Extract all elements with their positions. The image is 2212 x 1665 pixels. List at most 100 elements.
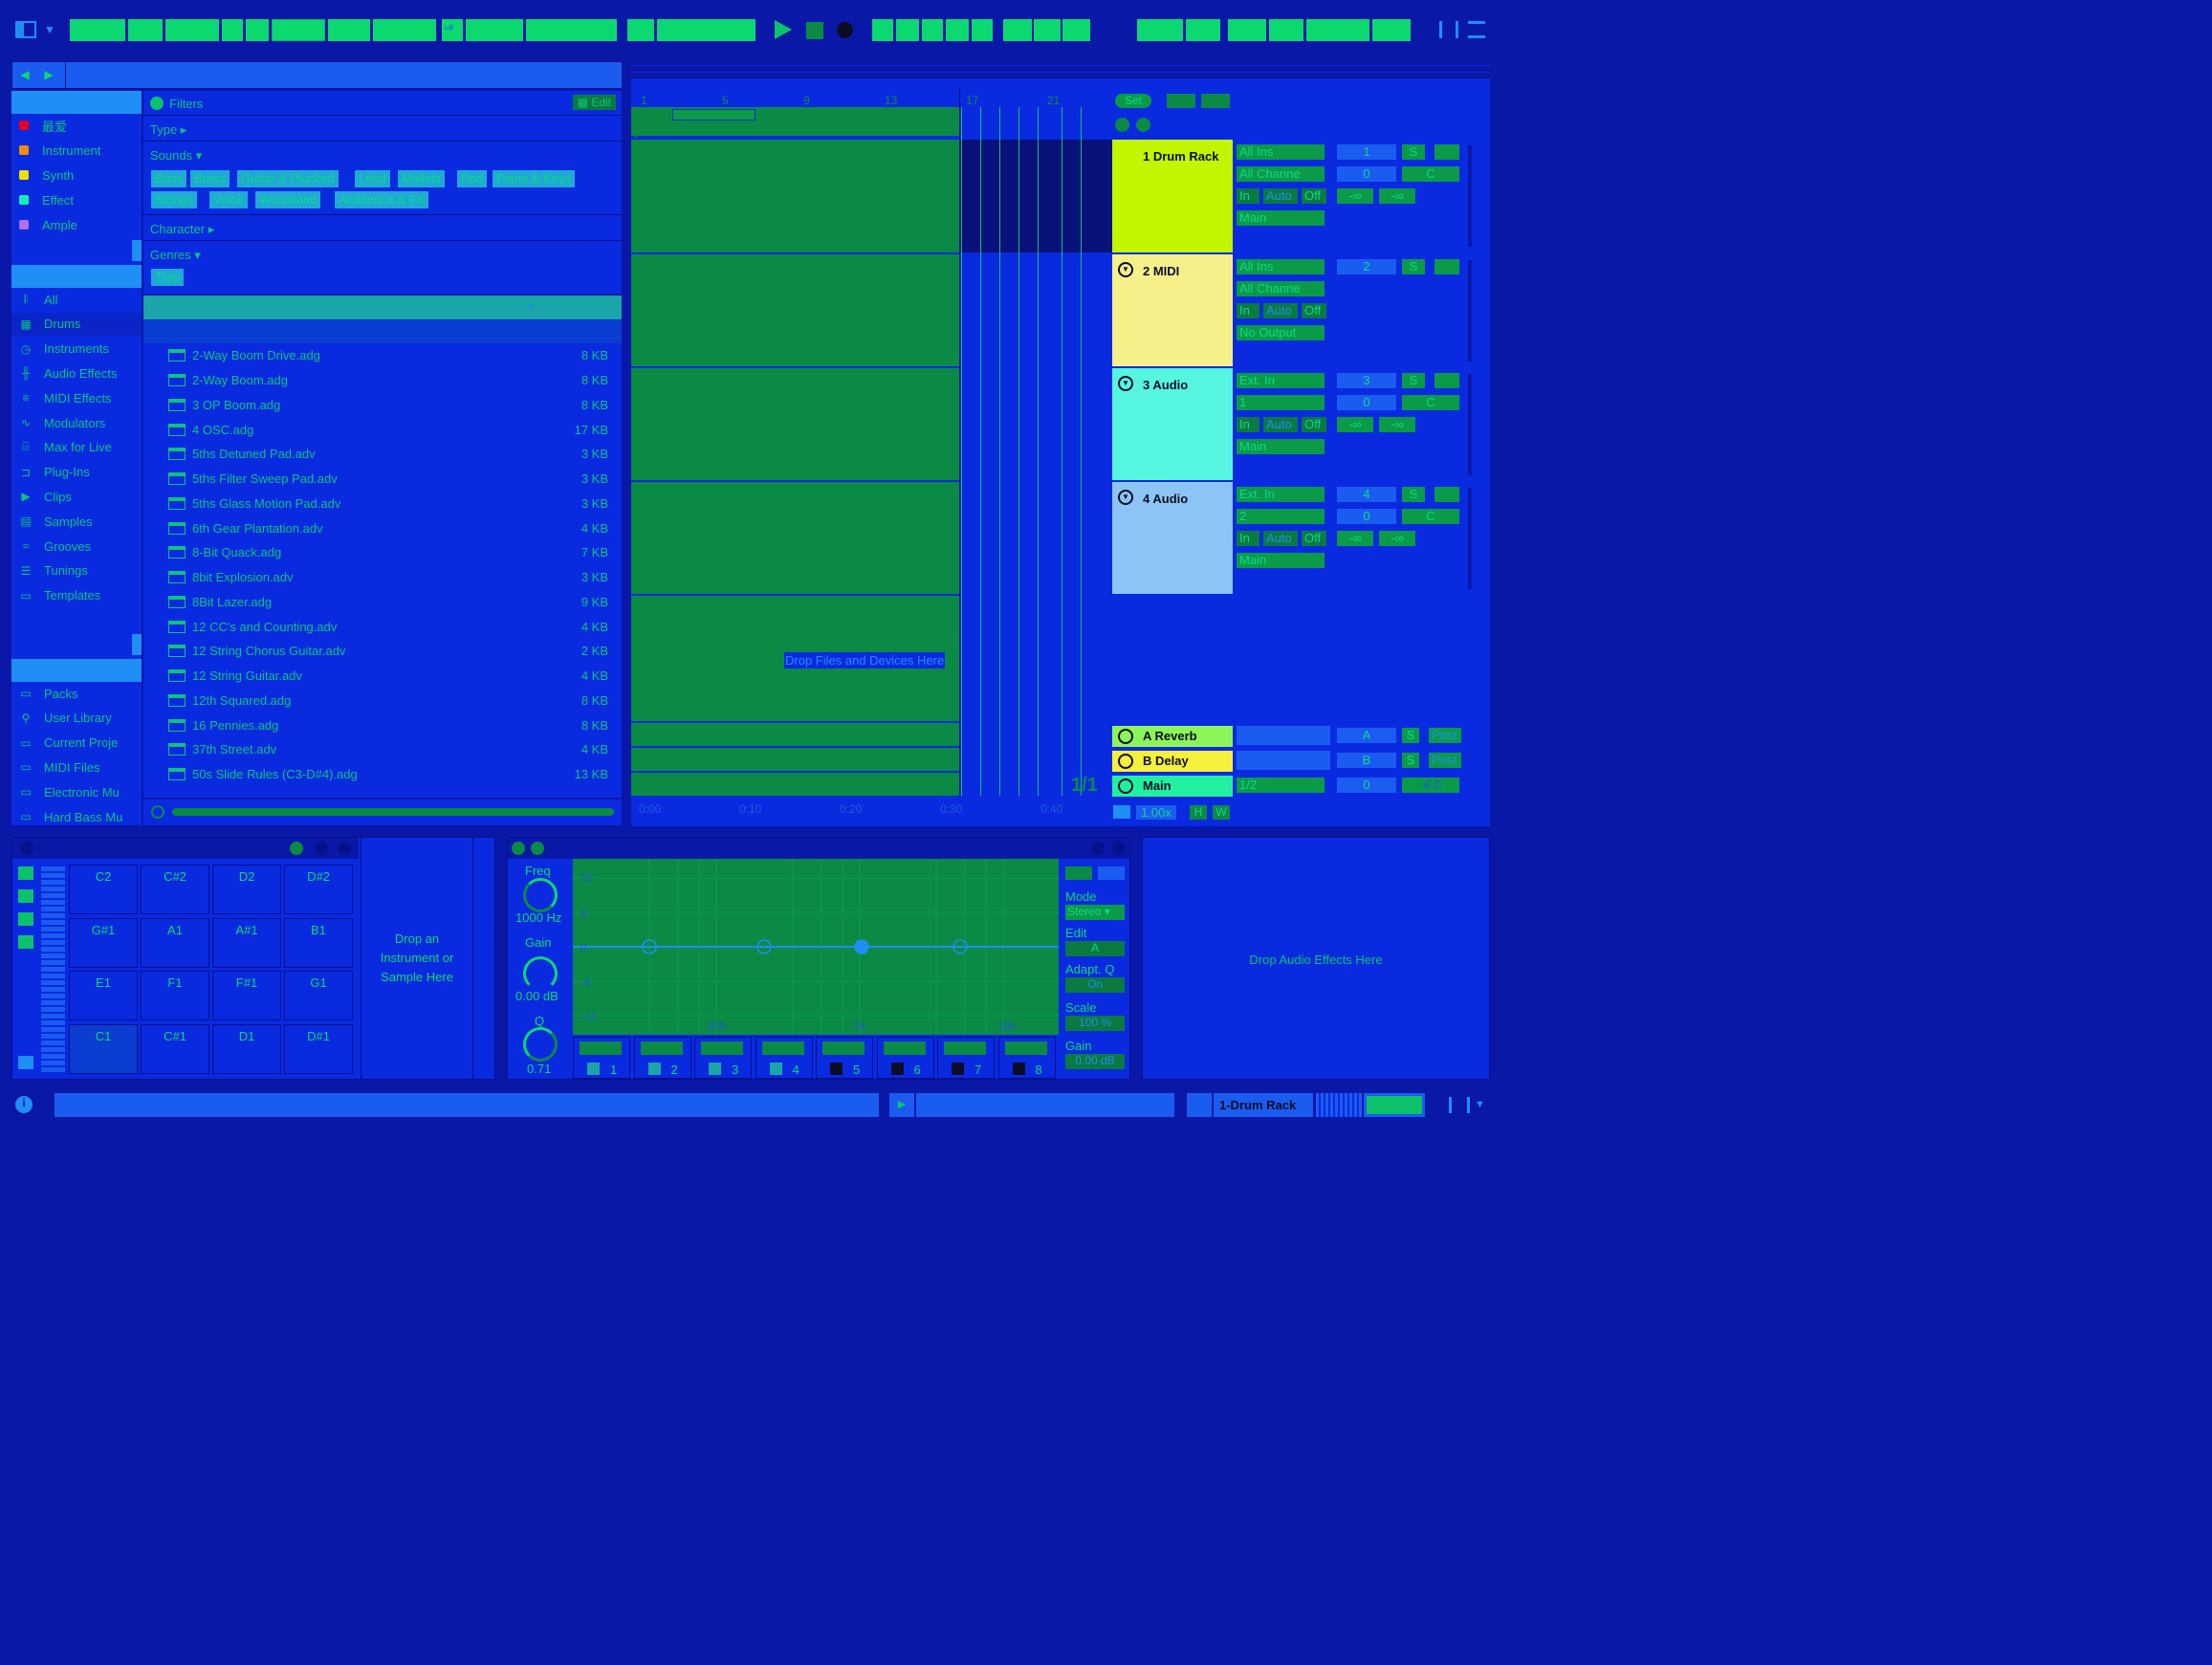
- list-item[interactable]: 12th Squared.adg 8 KB: [143, 689, 622, 713]
- drum-pad[interactable]: F1: [141, 971, 209, 1020]
- eq-band-3[interactable]: 3: [694, 1037, 752, 1079]
- drum-pad[interactable]: G1: [284, 971, 353, 1020]
- place-item[interactable]: ▭ MIDI Files: [11, 756, 142, 778]
- category-item-all[interactable]: 𝄃 All: [11, 288, 142, 311]
- device-title-bar[interactable]: [508, 838, 1129, 859]
- monitor-in-button[interactable]: In: [1237, 188, 1259, 204]
- drum-pad[interactable]: C#1: [141, 1023, 209, 1074]
- sound-chip[interactable]: Piano & Keys: [493, 170, 576, 187]
- gain-knob[interactable]: [523, 956, 558, 991]
- q-knob[interactable]: [523, 1027, 558, 1062]
- device-chain-icon[interactable]: [1187, 1093, 1212, 1117]
- draw-mode-button[interactable]: [1137, 19, 1183, 41]
- midi-map-button[interactable]: [1228, 19, 1266, 41]
- expand-button[interactable]: [1167, 94, 1195, 108]
- track-header-2[interactable]: ▼ 2 MIDI: [1112, 254, 1233, 366]
- list-header[interactable]: [143, 296, 622, 319]
- device-play-icon[interactable]: [531, 842, 544, 855]
- output-select[interactable]: Main: [1237, 439, 1325, 454]
- category-item-grooves[interactable]: ≈ Grooves: [11, 535, 142, 558]
- filter-type-icon[interactable]: [944, 1041, 986, 1055]
- list-item[interactable]: 2-Way Boom.adg 8 KB: [143, 368, 622, 393]
- solo-button[interactable]: S: [1402, 259, 1425, 274]
- stop-icon[interactable]: [806, 22, 823, 39]
- category-item-max-for-live[interactable]: ⌸ Max for Live: [11, 436, 142, 459]
- device-settings-icon[interactable]: [1091, 842, 1105, 855]
- mixer-icon[interactable]: [1439, 21, 1458, 38]
- list-item[interactable]: 16 Pennies.adg 8 KB: [143, 712, 622, 737]
- pan-field[interactable]: C: [1402, 509, 1459, 524]
- filter-type-icon[interactable]: [883, 1041, 926, 1055]
- input-type-select[interactable]: All Ins: [1237, 259, 1325, 274]
- band-enable-checkbox[interactable]: [952, 1063, 964, 1075]
- drum-pad[interactable]: C2: [69, 865, 138, 914]
- monitor-auto-button[interactable]: Auto: [1263, 417, 1298, 432]
- genres-filter[interactable]: Genres ▾: [143, 242, 622, 294]
- macro-icon[interactable]: [290, 842, 303, 855]
- return-slot[interactable]: [1237, 751, 1330, 770]
- filter-type-icon[interactable]: [580, 1041, 622, 1055]
- edit-select[interactable]: A: [1065, 941, 1125, 956]
- drum-pad[interactable]: G#1: [69, 917, 138, 968]
- play-icon[interactable]: [775, 20, 792, 39]
- zoom-field[interactable]: 1.00x: [1136, 805, 1176, 820]
- list-item[interactable]: 4 OSC.adg 17 KB: [143, 417, 622, 442]
- arm-button[interactable]: [1435, 373, 1459, 388]
- drum-pad[interactable]: D2: [212, 865, 281, 914]
- track-lane-4[interactable]: [631, 482, 959, 594]
- loop-start-field[interactable]: [1003, 19, 1032, 41]
- scale-field[interactable]: 100 %: [1065, 1016, 1125, 1031]
- groove-button[interactable]: [246, 19, 269, 41]
- post-button[interactable]: Post: [1429, 753, 1461, 768]
- category-item-audio-effects[interactable]: ╫ Audio Effects: [11, 361, 142, 384]
- return-play-icon[interactable]: [1118, 754, 1133, 769]
- list-item[interactable]: 8Bit Lazer.adg 9 KB: [143, 590, 622, 615]
- return-lane-a[interactable]: [631, 723, 959, 746]
- key-map-button[interactable]: [1186, 19, 1220, 41]
- input-type-select[interactable]: All Ins: [1237, 144, 1325, 160]
- drum-pad[interactable]: C1: [69, 1023, 138, 1074]
- drum-pad[interactable]: E1: [69, 971, 138, 1020]
- category-item-modulators[interactable]: ∿ Modulators: [11, 411, 142, 434]
- eq-band-2[interactable]: 2: [633, 1037, 691, 1079]
- metronome-button[interactable]: [222, 19, 243, 41]
- genre-chip[interactable]: Trap: [151, 269, 185, 286]
- band-enable-checkbox[interactable]: [709, 1063, 721, 1075]
- fold-icon[interactable]: ▼: [1118, 490, 1133, 505]
- band-enable-checkbox[interactable]: [769, 1063, 782, 1075]
- collection-item[interactable]: Ample: [11, 213, 142, 236]
- return-play-icon[interactable]: [1118, 778, 1133, 794]
- track-lane-1[interactable]: [631, 140, 959, 252]
- filter-type-icon[interactable]: [701, 1041, 743, 1055]
- return-header[interactable]: B Delay: [1112, 751, 1233, 772]
- audio-effects-drop-area[interactable]: Drop Audio Effects Here: [1142, 837, 1490, 1080]
- return-play-icon[interactable]: [1118, 729, 1133, 744]
- filter-type-icon[interactable]: [640, 1041, 683, 1055]
- track-header-4[interactable]: ▼ 4 Audio: [1112, 482, 1233, 594]
- input-type-select[interactable]: Ext. In: [1237, 487, 1325, 502]
- meter-icon[interactable]: [1449, 1097, 1470, 1113]
- place-item[interactable]: ▭ Hard Bass Mu: [11, 805, 142, 828]
- midi-view-toggle[interactable]: [1316, 1093, 1362, 1117]
- volume-field[interactable]: 0: [1337, 395, 1396, 410]
- track-number[interactable]: 3: [1337, 373, 1396, 388]
- drum-pad[interactable]: B1: [284, 917, 353, 968]
- filter-type-icon[interactable]: [761, 1041, 804, 1055]
- eq-graph[interactable]: 12 6 0 -6 -12 100 1k 10k: [573, 859, 1059, 1035]
- monitor-off-button[interactable]: Off: [1302, 188, 1326, 204]
- category-item-drums[interactable]: ▦ Drums: [11, 312, 142, 336]
- time-ruler[interactable]: [631, 798, 1109, 826]
- device-settings-icon[interactable]: [1112, 842, 1126, 855]
- category-item-midi-effects[interactable]: ≡ MIDI Effects: [11, 386, 142, 409]
- sound-chip[interactable]: Voice: [209, 191, 248, 208]
- chain-icon[interactable]: [315, 842, 328, 855]
- hot-swap-icon[interactable]: [18, 1056, 33, 1069]
- chain-scrollbar[interactable]: [472, 838, 494, 1079]
- sound-chip[interactable]: Ambience & FX: [335, 191, 429, 208]
- monitor-in-button[interactable]: In: [1237, 531, 1259, 546]
- w-button[interactable]: W: [1213, 805, 1230, 820]
- output-select[interactable]: No Output: [1237, 325, 1325, 340]
- tap-button[interactable]: [128, 19, 163, 41]
- view-toggle-icon[interactable]: [15, 21, 36, 38]
- return-lane-b[interactable]: [631, 748, 959, 771]
